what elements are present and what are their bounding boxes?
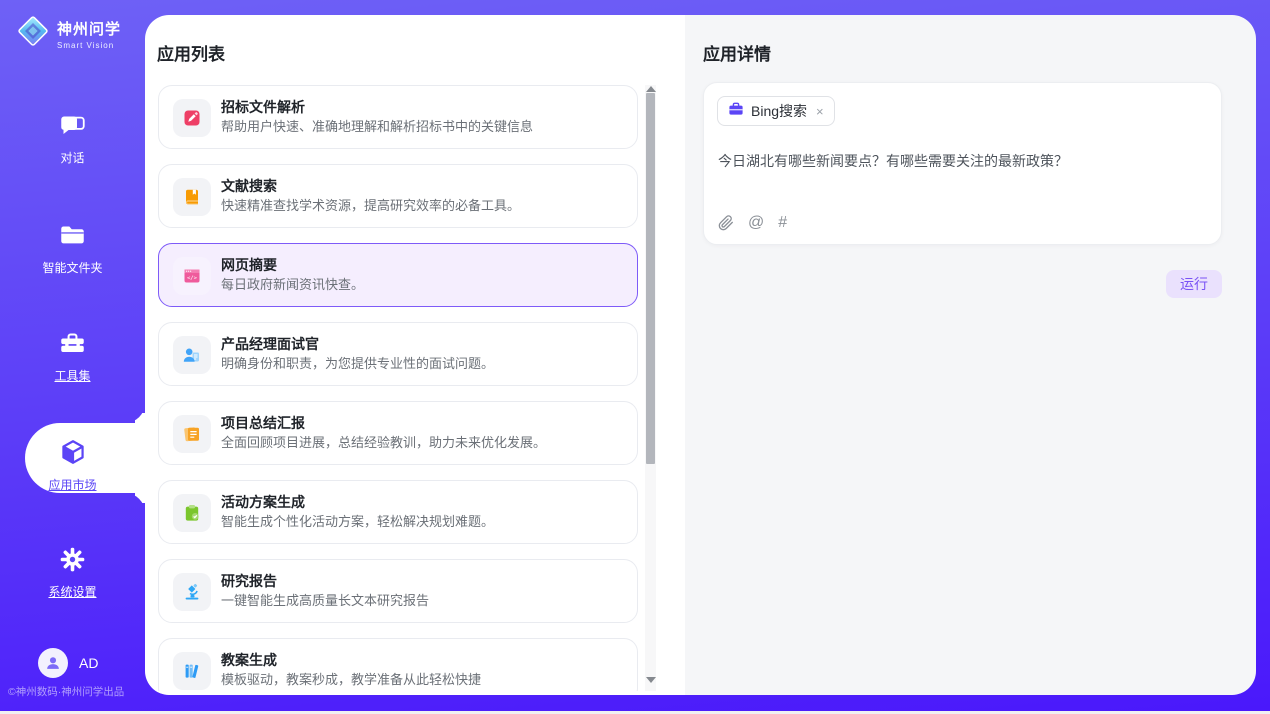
app-card-web-summary[interactable]: </> 网页摘要 每日政府新闻资讯快查。 [158, 243, 638, 307]
folder-icon [59, 222, 86, 254]
brand-logo: 神州问学 Smart Vision [16, 14, 121, 53]
notes-icon [173, 415, 211, 453]
app-card-title: 研究报告 [221, 573, 429, 589]
scrollbar-down-arrow-icon[interactable] [646, 677, 656, 683]
app-card-literature-search[interactable]: 文献搜索 快速精准查找学术资源，提高研究效率的必备工具。 [158, 164, 638, 228]
app-card-title: 活动方案生成 [221, 494, 494, 510]
app-card-desc: 一键智能生成高质量长文本研究报告 [221, 593, 429, 609]
clipboard-check-icon [173, 494, 211, 532]
app-list: 招标文件解析 帮助用户快速、准确地理解和解析招标书中的关键信息 文献搜索 [158, 85, 638, 691]
app-card-research-report[interactable]: 研究报告 一键智能生成高质量长文本研究报告 [158, 559, 638, 623]
app-card-title: 教案生成 [221, 652, 481, 668]
composer-toolbar: @ # [718, 215, 787, 231]
app-card-desc: 全面回顾项目进展，总结经验教训，助力未来优化发展。 [221, 435, 546, 451]
brand-name: 神州问学 [57, 18, 121, 39]
user-account[interactable]: AD [38, 648, 98, 678]
tool-tag-label: Bing搜索 [751, 101, 807, 121]
sidebar: 神州问学 Smart Vision 对话 智能文件夹 [0, 0, 145, 711]
composer-card: Bing搜索 × 今日湖北有哪些新闻要点？有哪些需要关注的最新政策？ @ # [703, 82, 1222, 245]
books-icon [173, 652, 211, 690]
app-card-desc: 快速精准查找学术资源，提高研究效率的必备工具。 [221, 198, 520, 214]
gear-icon [59, 546, 86, 578]
sidebar-item-label: 系统设置 [48, 583, 96, 600]
app-card-desc: 智能生成个性化活动方案，轻松解决规划难题。 [221, 514, 494, 530]
tag-close-icon[interactable]: × [816, 104, 824, 119]
brand-subtitle: Smart Vision [57, 41, 121, 50]
interviewer-icon [173, 336, 211, 374]
scrollbar-thumb[interactable] [646, 93, 655, 464]
sidebar-item-toolset[interactable]: 工具集 [0, 330, 145, 384]
sidebar-item-chat[interactable]: 对话 [0, 112, 145, 166]
app-list-title: 应用列表 [157, 40, 225, 65]
tool-tag-bing-search[interactable]: Bing搜索 × [717, 96, 835, 126]
microscope-icon [173, 573, 211, 611]
query-input[interactable]: 今日湖北有哪些新闻要点？有哪些需要关注的最新政策？ [718, 151, 1207, 171]
app-list-panel: 应用列表 招标文件解析 帮助用户快速、准确地理解和解析招标书中的关键信息 [145, 15, 685, 695]
hash-icon[interactable]: # [778, 215, 787, 231]
sidebar-item-label: 工具集 [54, 367, 90, 384]
brand-diamond-icon [16, 14, 50, 53]
app-card-desc: 模板驱动，教案秒成，教学准备从此轻松快捷 [221, 672, 481, 688]
app-card-project-summary[interactable]: 项目总结汇报 全面回顾项目进展，总结经验教训，助力未来优化发展。 [158, 401, 638, 465]
sidebar-item-label: 对话 [60, 149, 84, 166]
paperclip-icon[interactable] [718, 215, 734, 231]
app-frame: 神州问学 Smart Vision 对话 智能文件夹 [0, 0, 1270, 711]
app-card-desc: 帮助用户快速、准确地理解和解析招标书中的关键信息 [221, 119, 533, 135]
user-avatar-icon [38, 648, 68, 678]
toolbox-icon [59, 330, 86, 362]
user-name: AD [79, 655, 98, 671]
app-list-scrollbar[interactable] [645, 85, 656, 691]
chat-icon [59, 112, 86, 144]
scrollbar-up-arrow-icon[interactable] [646, 86, 656, 92]
sidebar-item-label: 智能文件夹 [42, 259, 102, 276]
briefcase-icon [728, 101, 744, 122]
app-card-title: 招标文件解析 [221, 99, 533, 115]
app-card-title: 项目总结汇报 [221, 415, 546, 431]
sidebar-item-label: 应用市场 [48, 476, 96, 493]
app-card-lesson-plan[interactable]: 教案生成 模板驱动，教案秒成，教学准备从此轻松快捷 [158, 638, 638, 691]
browser-code-icon: </> [173, 257, 211, 295]
document-edit-icon [173, 99, 211, 137]
cube-icon [59, 438, 87, 471]
sidebar-item-settings[interactable]: 系统设置 [0, 546, 145, 600]
app-detail-title: 应用详情 [703, 40, 771, 65]
book-icon [173, 178, 211, 216]
run-button[interactable]: 运行 [1166, 270, 1222, 298]
content-area: 应用列表 招标文件解析 帮助用户快速、准确地理解和解析招标书中的关键信息 [145, 15, 1256, 695]
app-card-title: 网页摘要 [221, 257, 364, 273]
app-card-title: 产品经理面试官 [221, 336, 494, 352]
app-detail-panel: 应用详情 Bing搜索 × 今日湖北有哪些新闻要点？有哪些需要关注的最新政策？ [685, 15, 1256, 695]
sidebar-item-app-market[interactable]: 应用市场 [0, 438, 145, 493]
app-card-bid-document-parsing[interactable]: 招标文件解析 帮助用户快速、准确地理解和解析招标书中的关键信息 [158, 85, 638, 149]
at-icon[interactable]: @ [748, 215, 764, 231]
svg-text:</>: </> [187, 276, 198, 282]
app-card-title: 文献搜索 [221, 178, 520, 194]
copyright-text: ©神州数码·神州问学出品 [8, 684, 124, 699]
app-card-desc: 每日政府新闻资讯快查。 [221, 277, 364, 293]
app-card-pm-interviewer[interactable]: 产品经理面试官 明确身份和职责，为您提供专业性的面试问题。 [158, 322, 638, 386]
app-card-desc: 明确身份和职责，为您提供专业性的面试问题。 [221, 356, 494, 372]
app-card-event-plan[interactable]: 活动方案生成 智能生成个性化活动方案，轻松解决规划难题。 [158, 480, 638, 544]
sidebar-item-smart-folder[interactable]: 智能文件夹 [0, 222, 145, 276]
